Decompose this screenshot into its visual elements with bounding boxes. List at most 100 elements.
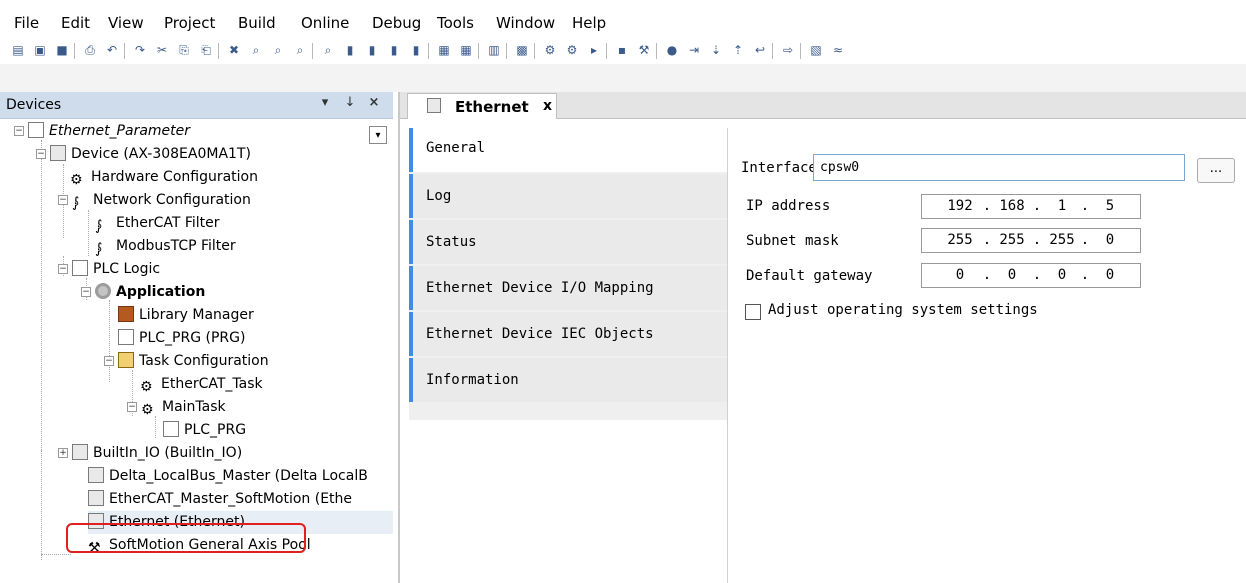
write-values-icon[interactable]: ▧ (808, 42, 824, 58)
side-tab-general[interactable]: General (409, 128, 727, 172)
close-panel-icon[interactable]: × (367, 95, 381, 110)
reset-icon[interactable]: ⚒ (636, 42, 652, 58)
tree-item-network-configuration[interactable]: − ⨓ Network Configuration (58, 189, 251, 212)
add-device-icon[interactable]: ▦ (458, 42, 474, 58)
undo-icon[interactable]: ↶ (104, 42, 120, 58)
find-previous-icon[interactable]: ⌕ (292, 42, 308, 58)
menu-project[interactable]: Project (164, 14, 215, 32)
menu-window[interactable]: Window (496, 14, 555, 32)
find-next-icon[interactable]: ⌕ (270, 42, 286, 58)
side-tab-status[interactable]: Status (409, 220, 727, 264)
run-to-cursor-icon[interactable]: ⇨ (780, 42, 796, 58)
side-tab-io-mapping-label: Ethernet Device I/O Mapping (426, 280, 654, 296)
ip-octet[interactable]: 0 (994, 264, 1030, 287)
bookmark-icon[interactable]: ▮ (342, 42, 358, 58)
breakpoint-icon[interactable]: ● (664, 42, 680, 58)
panel-menu-icon[interactable]: ▾ (318, 95, 332, 110)
start-icon[interactable]: ▸ (586, 42, 602, 58)
tree-item-device[interactable]: − Device (AX-308EA0MA1T) (36, 143, 251, 166)
menu-debug[interactable]: Debug (372, 14, 421, 32)
tree-item-ethercat-master[interactable]: EtherCAT_Master_SoftMotion (Ethe (88, 488, 352, 511)
step-out-icon[interactable]: ⇡ (730, 42, 746, 58)
paste-icon[interactable]: ⎗ (198, 42, 214, 58)
logout-icon[interactable]: ⚙ (564, 42, 580, 58)
ip-octet[interactable]: 0 (1044, 264, 1080, 287)
cut-icon[interactable]: ✂ (154, 42, 170, 58)
tree-item-main-task[interactable]: − ⚙ MainTask (127, 396, 226, 419)
default-gateway-field[interactable]: 0 . 0 . 0 . 0 (921, 263, 1141, 288)
tree-item-ethercat-task[interactable]: ⚙ EtherCAT_Task (140, 373, 263, 396)
ip-octet[interactable]: 5 (1092, 195, 1128, 218)
side-tab-io-mapping[interactable]: Ethernet Device I/O Mapping (409, 266, 727, 310)
side-tab-iec-objects[interactable]: Ethernet Device IEC Objects (409, 312, 727, 356)
tab-ethernet[interactable]: Ethernet x (407, 93, 557, 119)
menu-online[interactable]: Online (301, 14, 349, 32)
tree-item-plc-prg-call[interactable]: PLC_PRG (163, 419, 246, 442)
ip-octet[interactable]: 1 (1044, 195, 1080, 218)
step-return-icon[interactable]: ↩ (752, 42, 768, 58)
build-icon[interactable]: ▩ (514, 42, 530, 58)
interface-field[interactable]: cpsw0 (813, 154, 1185, 181)
print-icon[interactable]: ⎙ (82, 42, 98, 58)
tree-item-ethercat-filter[interactable]: ⨓ EtherCAT Filter (95, 212, 220, 235)
menu-edit[interactable]: Edit (61, 14, 90, 32)
side-tab-information[interactable]: Information (409, 358, 727, 402)
pin-icon[interactable]: ↓ (343, 95, 357, 110)
ip-octet[interactable]: 0 (942, 264, 978, 287)
save-icon[interactable]: ■ (54, 42, 70, 58)
replace-icon[interactable]: ⌕ (320, 42, 336, 58)
login-icon[interactable]: ⚙ (542, 42, 558, 58)
tree-dropdown-button[interactable]: ▾ (369, 126, 387, 144)
library-icon (118, 306, 134, 322)
tree-item-plc-logic[interactable]: − PLC Logic (58, 258, 160, 281)
insert-object-icon[interactable]: ▥ (486, 42, 502, 58)
stop-icon[interactable]: ▪ (614, 42, 630, 58)
tree-item-application[interactable]: − Application (81, 281, 205, 304)
ip-octet[interactable]: 255 (994, 229, 1030, 252)
bookmark-clear-icon[interactable]: ▮ (408, 42, 424, 58)
adjust-os-settings-checkbox[interactable] (745, 304, 761, 320)
open-icon[interactable]: ▣ (32, 42, 48, 58)
menu-build[interactable]: Build (238, 14, 276, 32)
force-values-icon[interactable]: ≈ (830, 42, 846, 58)
tree-item-localbus-master[interactable]: Delta_LocalBus_Master (Delta LocalB (88, 465, 368, 488)
menu-tools[interactable]: Tools (437, 14, 474, 32)
tree-item-builtin-io-label: BuiltIn_IO (BuiltIn_IO) (93, 445, 243, 461)
ip-octet[interactable]: 0 (1092, 229, 1128, 252)
tree-item-modbus-filter[interactable]: ⨓ ModbusTCP Filter (95, 235, 236, 258)
menu-help[interactable]: Help (572, 14, 606, 32)
tree-item-device-label: Device (AX-308EA0MA1T) (71, 146, 251, 162)
bookmark-next-icon[interactable]: ▮ (364, 42, 380, 58)
device-icon (50, 145, 66, 161)
tree-item-ethercat-task-label: EtherCAT_Task (161, 376, 263, 392)
bookmark-prev-icon[interactable]: ▮ (386, 42, 402, 58)
menu-view[interactable]: View (108, 14, 144, 32)
ip-octet[interactable]: 192 (942, 195, 978, 218)
browse-interface-button[interactable]: ... (1197, 158, 1235, 183)
side-tab-log[interactable]: Log (409, 174, 727, 218)
ip-octet[interactable]: 255 (942, 229, 978, 252)
device-icon[interactable]: ▦ (436, 42, 452, 58)
ip-address-field[interactable]: 192 . 168 . 1 . 5 (921, 194, 1141, 219)
step-into-icon[interactable]: ⇣ (708, 42, 724, 58)
ip-octet[interactable]: 255 (1044, 229, 1080, 252)
menu-file[interactable]: File (14, 14, 39, 32)
close-tab-icon[interactable]: x (543, 98, 552, 114)
delete-icon[interactable]: ✖ (226, 42, 242, 58)
tree-item-task-configuration[interactable]: − Task Configuration (104, 350, 269, 373)
tree-item-root[interactable]: − Ethernet_Parameter (14, 120, 190, 143)
ip-octet[interactable]: 0 (1092, 264, 1128, 287)
find-icon[interactable]: ⌕ (248, 42, 264, 58)
tree-item-hardware-configuration[interactable]: ⚙ Hardware Configuration (70, 166, 258, 189)
toolbar-separator (218, 43, 219, 59)
tree-item-library-manager[interactable]: Library Manager (118, 304, 254, 327)
ip-octet[interactable]: 168 (994, 195, 1030, 218)
copy-icon[interactable]: ⎘ (176, 42, 192, 58)
new-project-icon[interactable]: ▤ (10, 42, 26, 58)
subnet-mask-field[interactable]: 255 . 255 . 255 . 0 (921, 228, 1141, 253)
tree-item-builtin-io[interactable]: + BuiltIn_IO (BuiltIn_IO) (58, 442, 243, 465)
step-over-icon[interactable]: ⇥ (686, 42, 702, 58)
redo-icon[interactable]: ↷ (132, 42, 148, 58)
toolbar-separator (772, 43, 773, 59)
tree-item-plc-prg[interactable]: PLC_PRG (PRG) (118, 327, 245, 350)
